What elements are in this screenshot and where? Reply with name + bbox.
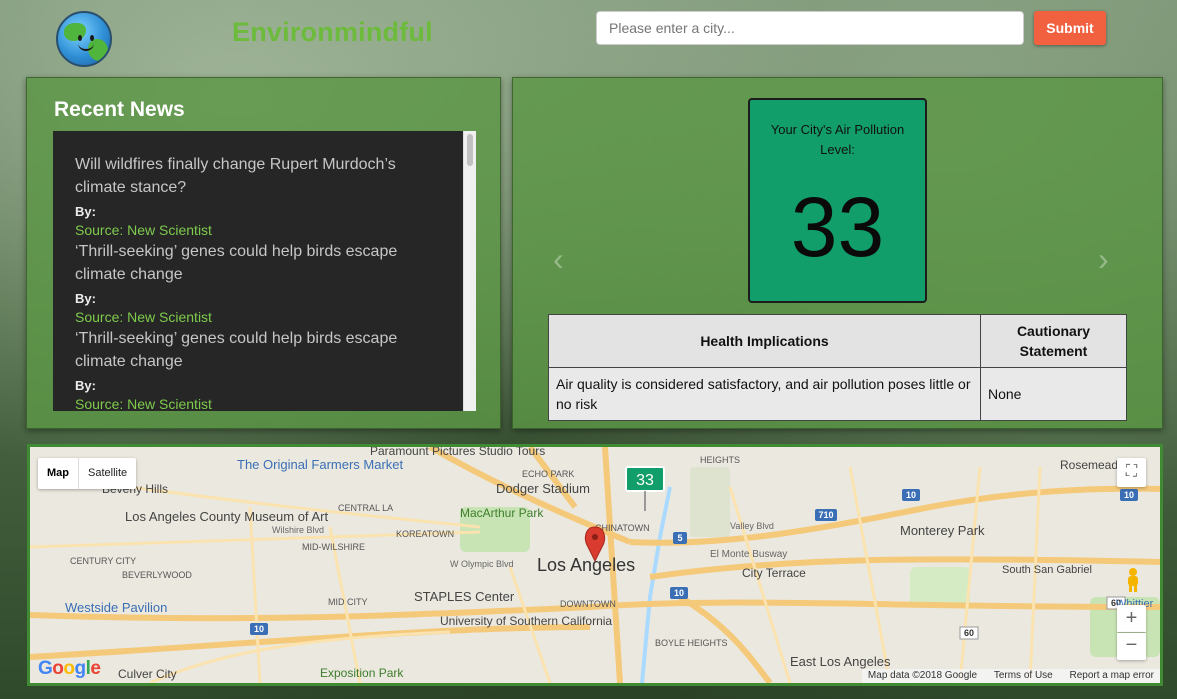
map-label-dodger-stadium: Dodger Stadium bbox=[496, 481, 590, 496]
map-label-staples-center: STAPLES Center bbox=[414, 589, 515, 604]
google-map[interactable]: 10 10 10 10 5 710 60 60 Los Angeles The O… bbox=[27, 444, 1163, 686]
map-label-monterey-park: Monterey Park bbox=[900, 523, 985, 538]
svg-text:5: 5 bbox=[677, 533, 682, 543]
news-source: Source: New Scientist bbox=[75, 309, 212, 325]
report-map-error-link[interactable]: Report a map error bbox=[1070, 670, 1154, 681]
brand-title: Environmindful bbox=[232, 17, 433, 47]
news-item[interactable]: Will wildfires finally change Rupert Mur… bbox=[75, 153, 463, 240]
aqi-box: Your City's Air Pollution Level: 33 bbox=[748, 98, 927, 303]
recent-news-panel: Recent News Will wildfires finally chang… bbox=[26, 77, 501, 429]
health-implications-header: Health Implications bbox=[548, 314, 981, 368]
map-label-century-city: CENTURY CITY bbox=[70, 556, 136, 566]
news-author: By: bbox=[75, 291, 96, 306]
map-label-mid-city: MID CITY bbox=[328, 597, 368, 607]
health-table: Health Implications Cautionary Statement… bbox=[548, 314, 1127, 421]
map-label-paramount: Paramount Pictures Studio Tours bbox=[370, 447, 545, 458]
map-label-los-angeles: Los Angeles bbox=[537, 555, 635, 575]
news-scrollbar[interactable] bbox=[463, 131, 476, 411]
map-label-macarthur-park: MacArthur Park bbox=[460, 506, 544, 520]
carousel-next-icon[interactable]: › bbox=[1098, 241, 1109, 277]
map-label-rosemead: Rosemead bbox=[1060, 458, 1118, 472]
aqi-label: Your City's Air Pollution Level: bbox=[770, 122, 905, 157]
map-label-westside-pavilion: Westside Pavilion bbox=[65, 600, 167, 615]
zoom-out-button[interactable]: − bbox=[1117, 633, 1146, 660]
earth-logo-icon bbox=[56, 11, 112, 67]
recent-news-title: Recent News bbox=[54, 98, 185, 121]
map-type-map-button[interactable]: Map bbox=[38, 458, 78, 489]
map-canvas[interactable]: 10 10 10 10 5 710 60 60 Los AngelesThe O… bbox=[30, 447, 1160, 683]
map-label-culver-city: Culver City bbox=[118, 667, 177, 681]
map-label-farmers-market: The Original Farmers Market bbox=[237, 457, 404, 472]
map-label-beverlywood: BEVERLYWOOD bbox=[122, 570, 192, 580]
health-implications-cell: Air quality is considered satisfactory, … bbox=[548, 367, 981, 421]
map-attribution: Map data ©2018 Google Terms of Use Repor… bbox=[861, 669, 1160, 683]
news-source: Source: New Scientist bbox=[75, 222, 212, 238]
map-label-south-san-gabriel: South San Gabriel bbox=[1002, 564, 1092, 576]
news-scrollbar-thumb[interactable] bbox=[467, 134, 473, 166]
map-data-credit: Map data ©2018 Google bbox=[867, 670, 978, 681]
map-label-boyle-heights: BOYLE HEIGHTS bbox=[655, 638, 728, 648]
map-label-lacma: Los Angeles County Museum of Art bbox=[125, 509, 328, 524]
map-label-heights: HEIGHTS bbox=[700, 455, 740, 465]
map-label-koreatown: KOREATOWN bbox=[396, 529, 454, 539]
map-label-city-terrace: City Terrace bbox=[742, 566, 806, 580]
svg-text:10: 10 bbox=[1124, 490, 1134, 500]
news-item[interactable]: ‘Thrill-seeking’ genes could help birds … bbox=[75, 327, 463, 411]
news-list-box: Will wildfires finally change Rupert Mur… bbox=[53, 131, 476, 411]
map-marker-aqi-label: 33 bbox=[636, 472, 654, 489]
pegman-icon[interactable] bbox=[1121, 567, 1145, 593]
svg-text:60: 60 bbox=[964, 628, 974, 638]
map-label-central-la: CENTRAL LA bbox=[338, 503, 393, 513]
news-item[interactable]: ‘Thrill-seeking’ genes could help birds … bbox=[75, 240, 463, 327]
map-label-mid-wilshire: MID-WILSHIRE bbox=[302, 542, 365, 552]
submit-button[interactable]: Submit bbox=[1034, 11, 1106, 45]
map-label-el-monte-busway: El Monte Busway bbox=[710, 549, 787, 560]
city-search-input[interactable] bbox=[596, 11, 1024, 45]
news-headline[interactable]: Will wildfires finally change Rupert Mur… bbox=[75, 153, 445, 199]
zoom-in-button[interactable]: + bbox=[1117, 605, 1146, 632]
news-headline[interactable]: ‘Thrill-seeking’ genes could help birds … bbox=[75, 240, 445, 286]
svg-text:10: 10 bbox=[674, 588, 684, 598]
air-quality-panel: ‹ › Your City's Air Pollution Level: 33 … bbox=[512, 77, 1163, 429]
svg-text:10: 10 bbox=[254, 624, 264, 634]
map-type-satellite-button[interactable]: Satellite bbox=[78, 458, 136, 489]
terms-of-use-link[interactable]: Terms of Use bbox=[994, 670, 1053, 681]
cautionary-statement-cell: None bbox=[980, 367, 1127, 421]
svg-text:10: 10 bbox=[906, 490, 916, 500]
news-headline[interactable]: ‘Thrill-seeking’ genes could help birds … bbox=[75, 327, 445, 373]
carousel-prev-icon[interactable]: ‹ bbox=[553, 241, 564, 277]
news-author: By: bbox=[75, 204, 96, 219]
aqi-value: 33 bbox=[790, 180, 885, 274]
map-type-control[interactable]: Map Satellite bbox=[38, 458, 137, 489]
map-label-east-los-angeles: East Los Angeles bbox=[790, 654, 891, 669]
map-label-wilshire-blvd: Wilshire Blvd bbox=[272, 525, 324, 535]
news-list: Will wildfires finally change Rupert Mur… bbox=[53, 131, 463, 411]
map-label-exposition-park: Exposition Park bbox=[320, 666, 404, 680]
fullscreen-icon[interactable]: ⛶ bbox=[1117, 458, 1146, 487]
news-author: By: bbox=[75, 378, 96, 393]
map-label-echo-park: ECHO PARK bbox=[522, 469, 574, 479]
google-logo: Google bbox=[38, 658, 101, 679]
map-label-usc: University of Southern California bbox=[440, 614, 612, 628]
svg-text:710: 710 bbox=[818, 510, 833, 520]
map-label-valley-blvd: Valley Blvd bbox=[730, 521, 774, 531]
news-source: Source: New Scientist bbox=[75, 396, 212, 411]
map-label-olympic-blvd: W Olympic Blvd bbox=[450, 559, 514, 569]
map-label-downtown: DOWNTOWN bbox=[560, 599, 616, 609]
cautionary-statement-header: Cautionary Statement bbox=[980, 314, 1127, 368]
